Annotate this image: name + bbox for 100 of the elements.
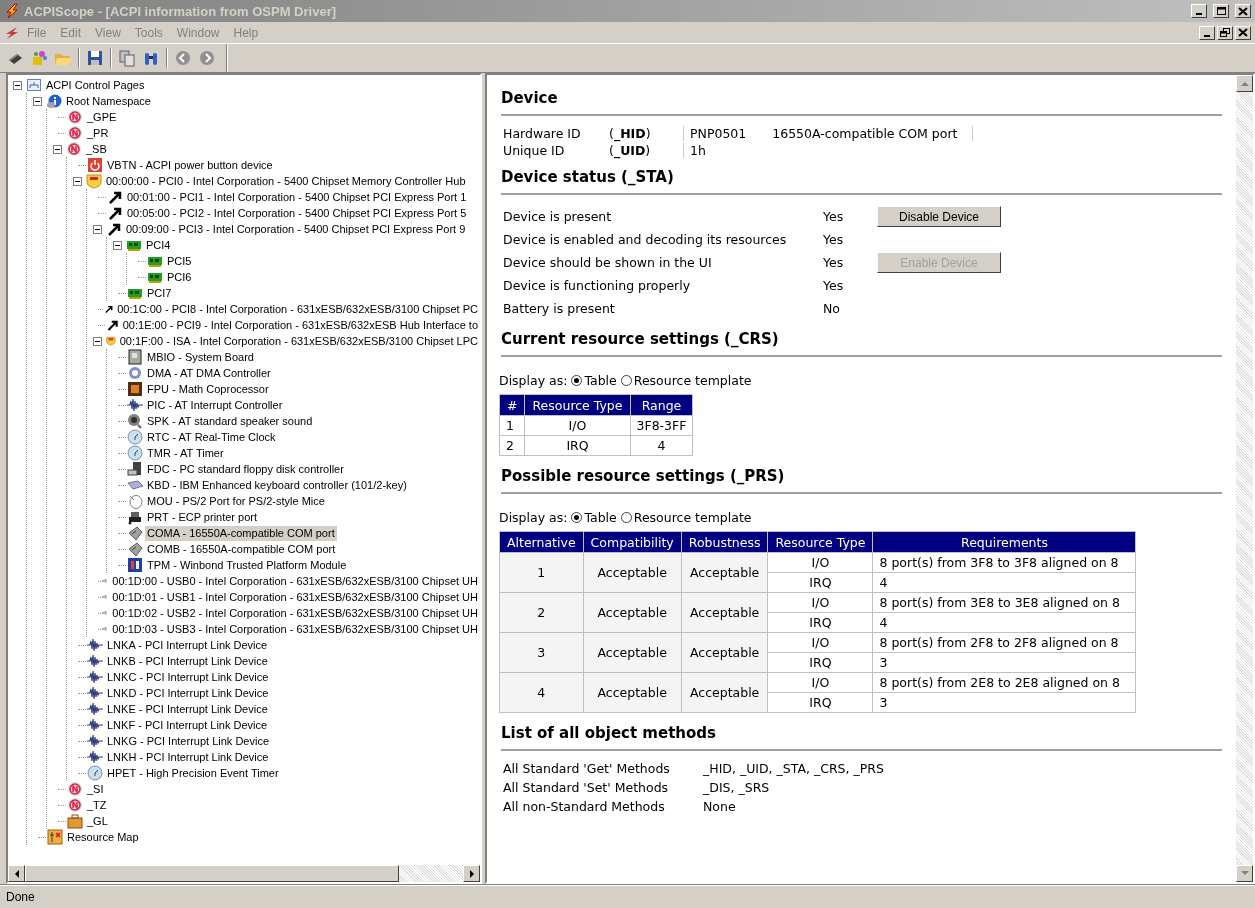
action-button[interactable]: Disable Device bbox=[877, 206, 1001, 227]
tree-item[interactable]: LNKH - PCI Interrupt Link Device bbox=[105, 749, 271, 765]
copy-icon[interactable] bbox=[118, 49, 136, 67]
method-name: (_HID) bbox=[609, 126, 652, 141]
back-icon[interactable] bbox=[174, 49, 192, 67]
table-cell: I/O bbox=[525, 415, 630, 436]
tree-item[interactable]: DMA - AT DMA Controller bbox=[145, 365, 273, 381]
tree-item[interactable]: _SB bbox=[84, 141, 109, 157]
tree-item[interactable]: COMB - 16550A-compatible COM port bbox=[145, 541, 338, 557]
tree-item[interactable]: 00:1C:00 - PCI8 - Intel Corporation - 631xESB/632xESB/3100 Chipset PC bbox=[115, 301, 480, 317]
collapse-toggle[interactable] bbox=[113, 240, 122, 250]
tree-item[interactable]: Resource Map bbox=[65, 829, 141, 845]
tree-item[interactable]: HPET - High Precision Event Timer bbox=[105, 765, 281, 781]
tree-item[interactable]: LNKC - PCI Interrupt Link Device bbox=[105, 669, 271, 685]
table-cell: Acceptable bbox=[681, 592, 768, 633]
tree-item[interactable]: _GPE bbox=[85, 109, 119, 125]
close-button[interactable] bbox=[1235, 4, 1251, 18]
section-heading: Current resource settings (_CRS) bbox=[501, 329, 1222, 357]
collapse-toggle[interactable] bbox=[93, 336, 102, 346]
tree-item[interactable]: FPU - Math Coprocessor bbox=[145, 381, 271, 397]
tree-item[interactable]: RTC - AT Real-Time Clock bbox=[145, 429, 278, 445]
radio-label[interactable]: Table bbox=[584, 510, 617, 525]
speaker-icon bbox=[127, 413, 143, 429]
column-header: Robustness bbox=[681, 531, 768, 553]
tree-item[interactable]: LNKA - PCI Interrupt Link Device bbox=[105, 637, 270, 653]
forward-icon[interactable] bbox=[198, 49, 216, 67]
collapse-toggle[interactable] bbox=[33, 96, 42, 106]
board-icon bbox=[127, 349, 143, 365]
scroll-up-button[interactable] bbox=[1236, 75, 1253, 92]
tree-item[interactable]: LNKG - PCI Interrupt Link Device bbox=[105, 733, 271, 749]
keyboard-icon bbox=[127, 477, 143, 493]
tree-item[interactable]: _GL bbox=[85, 813, 110, 829]
column-header: Alternative bbox=[499, 531, 584, 553]
clock-icon bbox=[127, 445, 143, 461]
clock-icon bbox=[127, 429, 143, 445]
tree-item[interactable]: 00:1D:01 - USB1 - Intel Corporation - 631xESB/632xESB/3100 Chipset UH bbox=[110, 589, 480, 605]
tree-item[interactable]: VBTN - ACPI power button device bbox=[105, 157, 275, 173]
maximize-button[interactable] bbox=[1213, 4, 1229, 18]
tree-item[interactable]: 00:1F:00 - ISA - Intel Corporation - 631xESB/632xESB/3100 Chipset LPC bbox=[117, 333, 480, 349]
tree-item[interactable]: 00:1D:00 - USB0 - Intel Corporation - 631xESB/632xESB/3100 Chipset UH bbox=[110, 573, 480, 589]
tree-item[interactable]: LNKB - PCI Interrupt Link Device bbox=[105, 653, 270, 669]
tree-item[interactable]: _TZ bbox=[85, 797, 109, 813]
status-label: Device is present bbox=[503, 208, 613, 226]
tree-item[interactable]: PIC - AT Interrupt Controller bbox=[145, 397, 285, 413]
radio-button[interactable] bbox=[620, 512, 632, 523]
tree-item[interactable]: 00:1D:02 - USB2 - Intel Corporation - 631xESB/632xESB/3100 Chipset UH bbox=[110, 605, 480, 621]
tree-item[interactable]: TMR - AT Timer bbox=[145, 445, 226, 461]
status-value: Yes bbox=[823, 254, 845, 272]
tree-item[interactable]: 00:05:00 - PCI2 - Intel Corporation - 5400 Chipset PCI Express Port 5 bbox=[125, 205, 469, 221]
radio-button[interactable] bbox=[620, 375, 632, 386]
minimize-button[interactable] bbox=[1191, 4, 1207, 18]
radio-button[interactable] bbox=[571, 512, 583, 523]
tree-item[interactable]: PRT - ECP printer port bbox=[145, 509, 260, 525]
tree-item[interactable]: MBIO - System Board bbox=[145, 349, 256, 365]
tree-item[interactable]: COMA - 16550A-compatible COM port bbox=[145, 525, 337, 541]
close-button[interactable] bbox=[1235, 25, 1251, 40]
tree-item[interactable]: TPM - Winbond Trusted Platform Module bbox=[145, 557, 349, 573]
scroll-down-button[interactable] bbox=[1236, 865, 1253, 882]
radio-label[interactable]: Resource template bbox=[633, 373, 752, 388]
collapse-toggle[interactable] bbox=[13, 80, 22, 90]
tree-item[interactable]: _PR bbox=[85, 125, 111, 141]
tree-item[interactable]: Root Namespace bbox=[64, 93, 153, 109]
tree-item[interactable]: 00:00:00 - PCI0 - Intel Corporation - 5400 Chipset Memory Controller Hub bbox=[104, 173, 468, 189]
radio-button[interactable] bbox=[571, 375, 583, 386]
radio-label[interactable]: Resource template bbox=[633, 510, 752, 525]
minimize-button[interactable] bbox=[1199, 25, 1215, 40]
radio-label[interactable]: Table bbox=[584, 373, 617, 388]
tree-item[interactable]: 00:1D:03 - USB3 - Intel Corporation - 631xESB/632xESB/3100 Chipset UH bbox=[110, 621, 480, 637]
tree-item[interactable]: 00:1E:00 - PCI9 - Intel Corporation - 631xESB/632xESB Hub Interface to bbox=[120, 317, 480, 333]
scrollbar-thumb[interactable] bbox=[25, 865, 399, 882]
tree-item[interactable]: PCI5 bbox=[165, 253, 194, 269]
maximize-icon bbox=[1215, 5, 1227, 17]
lightning-icon[interactable] bbox=[4, 25, 20, 40]
field-label: Unique ID bbox=[503, 143, 566, 158]
collapse-toggle[interactable] bbox=[53, 144, 62, 154]
collapse-toggle[interactable] bbox=[73, 176, 82, 186]
save-icon[interactable] bbox=[86, 49, 104, 67]
tree-item[interactable]: LNKD - PCI Interrupt Link Device bbox=[105, 685, 271, 701]
sparkle-icon[interactable] bbox=[30, 49, 48, 67]
scroll-right-button[interactable] bbox=[463, 865, 480, 882]
tree-item[interactable]: KBD - IBM Enhanced keyboard controller (101/2-key) bbox=[145, 477, 409, 493]
table-cell: 4 bbox=[873, 572, 1136, 593]
scroll-left-button[interactable] bbox=[8, 865, 25, 882]
waveform-icon bbox=[87, 653, 103, 669]
tree-item[interactable]: ACPI Control Pages bbox=[44, 77, 147, 93]
tree-item[interactable]: _SI bbox=[85, 781, 106, 797]
tree-item[interactable]: PCI4 bbox=[144, 237, 173, 253]
tree-item[interactable]: 00:09:00 - PCI3 - Intel Corporation - 5400 Chipset PCI Express Port 9 bbox=[124, 221, 468, 237]
tree-item[interactable]: SPK - AT standard speaker sound bbox=[145, 413, 315, 429]
tree-item[interactable]: LNKE - PCI Interrupt Link Device bbox=[105, 701, 270, 717]
tree-item[interactable]: LNKF - PCI Interrupt Link Device bbox=[105, 717, 270, 733]
table-cell: 2 bbox=[499, 592, 584, 633]
tree-item[interactable]: 00:01:00 - PCI1 - Intel Corporation - 5400 Chipset PCI Express Port 1 bbox=[125, 189, 469, 205]
restore-button[interactable] bbox=[1217, 25, 1233, 40]
tree-item[interactable]: FDC - PC standard floppy disk controller bbox=[145, 461, 346, 477]
tree-item[interactable]: MOU - PS/2 Port for PS/2-style Mice bbox=[145, 493, 327, 509]
table-cell: 4 bbox=[499, 672, 584, 713]
tree-item[interactable]: PCI6 bbox=[165, 269, 194, 285]
collapse-toggle[interactable] bbox=[93, 224, 102, 234]
tree-item[interactable]: PCI7 bbox=[145, 285, 174, 301]
